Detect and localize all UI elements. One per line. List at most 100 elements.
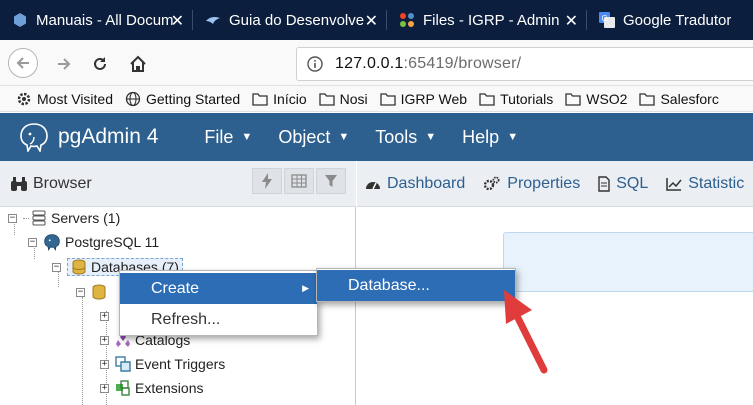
bookmark-igrp-web[interactable]: IGRP Web	[380, 91, 467, 107]
globe-icon	[125, 91, 141, 106]
arrow-left-icon	[16, 57, 29, 69]
tab-title: Guia do Desenvolve	[229, 11, 365, 29]
expand-toggle-icon[interactable]: +	[100, 311, 109, 321]
tab-statistics[interactable]: Statistic	[666, 175, 744, 193]
bookmarks-bar: Most Visited Getting Started Início Nosi…	[0, 86, 753, 112]
tab-title: Google Tradutor	[623, 11, 732, 29]
browser-tab-manuais[interactable]: Manuais - All Docum ✕	[0, 0, 192, 40]
arrow-right-icon	[58, 58, 71, 70]
collapse-toggle-icon[interactable]: −	[52, 262, 61, 272]
pgadmin-header: pgAdmin 4 File ▼ Object ▼ Tools ▼ Help ▼	[0, 113, 753, 161]
screen: Manuais - All Docum ✕ Guia do Desenvolve…	[0, 0, 753, 405]
servers-icon	[31, 210, 47, 226]
folder-icon	[479, 92, 495, 106]
filter-button[interactable]	[316, 168, 346, 194]
menu-help[interactable]: Help ▼	[462, 127, 518, 148]
home-button[interactable]	[124, 50, 152, 78]
tab-dashboard[interactable]: Dashboard	[365, 175, 465, 193]
url-bar[interactable]: 127.0.0.1:65419/browser/	[296, 47, 753, 81]
tree-node-extensions[interactable]: + Extensions	[100, 377, 203, 399]
context-menu-create[interactable]: Create ▶	[120, 273, 317, 304]
bookmark-getting-started[interactable]: Getting Started	[125, 91, 240, 107]
gears-icon	[484, 176, 500, 190]
close-tab-icon[interactable]: ✕	[365, 11, 378, 31]
collapse-toggle-icon[interactable]: −	[28, 237, 37, 247]
tab-title: Manuais - All Docum	[36, 11, 174, 29]
pgadmin-logo[interactable]: pgAdmin 4	[18, 122, 158, 152]
bookmark-inicio[interactable]: Início	[252, 91, 307, 107]
expand-toggle-icon[interactable]: +	[100, 383, 109, 393]
caret-down-icon: ▼	[425, 131, 437, 143]
close-tab-icon[interactable]: ✕	[565, 11, 578, 31]
collapse-toggle-icon[interactable]: −	[76, 287, 85, 297]
tree-node-casts[interactable]: +	[100, 305, 115, 327]
bookmark-nosi[interactable]: Nosi	[318, 91, 368, 107]
collapse-toggle-icon[interactable]: −	[8, 213, 17, 223]
main-menu: File ▼ Object ▼ Tools ▼ Help ▼	[204, 127, 544, 148]
menu-file[interactable]: File ▼	[204, 127, 252, 148]
close-tab-icon[interactable]: ✕	[171, 11, 184, 31]
bookmark-most-visited[interactable]: Most Visited	[16, 91, 113, 107]
tree-node-event-triggers[interactable]: + Event Triggers	[100, 353, 225, 375]
folder-icon	[639, 92, 656, 106]
binoculars-icon	[11, 177, 27, 191]
folder-icon	[318, 92, 335, 106]
tab-sql[interactable]: SQL	[598, 175, 648, 193]
event-triggers-icon	[115, 356, 131, 372]
view-data-button[interactable]	[284, 168, 314, 194]
folder-icon	[565, 92, 581, 106]
tab-title: Files - IGRP - Admin	[423, 11, 560, 29]
bookmark-salesforce[interactable]: Salesforc	[639, 91, 719, 107]
submenu-arrow-icon: ▶	[302, 283, 309, 293]
home-icon	[130, 55, 146, 72]
context-menu-refresh[interactable]: Refresh...	[120, 304, 317, 335]
tree-node-postgresql-11[interactable]: − PostgreSQL 11	[28, 231, 159, 253]
content-tab-bar: Dashboard Properties SQL Statistic	[357, 161, 753, 207]
expand-toggle-icon[interactable]: +	[100, 335, 109, 345]
browser-tab-guia[interactable]: Guia do Desenvolve ✕	[193, 0, 386, 40]
postgres-elephant-icon	[20, 123, 48, 152]
menu-tools[interactable]: Tools ▼	[375, 127, 436, 148]
caret-down-icon: ▼	[507, 131, 519, 143]
submenu-database[interactable]: Database...	[317, 270, 515, 301]
dashboard-icon	[366, 181, 380, 189]
expand-toggle-icon[interactable]: +	[100, 359, 109, 369]
browser-panel-header: Browser	[0, 161, 356, 207]
browser-tab-google-tradutor[interactable]: G Google Tradutor	[587, 0, 753, 40]
line-chart-icon	[666, 177, 682, 191]
hexagon-app-icon	[12, 12, 28, 28]
filter-icon	[325, 175, 337, 187]
lightning-icon	[262, 173, 272, 189]
annotation-arrow-icon	[504, 290, 548, 374]
folder-icon	[380, 92, 396, 106]
context-menu: Create ▶ Refresh...	[119, 270, 318, 336]
browser-tab-files-igrp[interactable]: Files - IGRP - Admin ✕	[387, 0, 586, 40]
reload-button[interactable]	[86, 50, 114, 78]
reload-icon	[94, 57, 106, 70]
bookmark-wso2[interactable]: WSO2	[565, 91, 627, 107]
tab-properties[interactable]: Properties	[483, 175, 580, 193]
gear-icon	[17, 92, 31, 105]
browser-tab-strip: Manuais - All Docum ✕ Guia do Desenvolve…	[0, 0, 753, 40]
back-button[interactable]	[8, 48, 38, 78]
databases-icon	[71, 259, 87, 275]
google-translate-icon: G	[599, 12, 615, 28]
query-tool-button[interactable]	[252, 168, 282, 194]
table-icon	[291, 174, 307, 188]
browser-panel-title: Browser	[10, 175, 92, 193]
forward-button[interactable]	[50, 50, 78, 78]
bird-app-icon	[205, 12, 221, 28]
extensions-icon	[115, 380, 131, 396]
svg-text:G: G	[602, 14, 608, 23]
bookmark-tutorials[interactable]: Tutorials	[479, 91, 553, 107]
tree-node-servers[interactable]: − Servers (1)	[8, 207, 120, 229]
tree-node-database-child[interactable]: −	[76, 281, 111, 303]
joomla-icon	[399, 12, 415, 28]
info-icon[interactable]	[307, 56, 323, 72]
caret-down-icon: ▼	[241, 131, 253, 143]
database-icon	[91, 284, 107, 300]
postgres-elephant-icon	[43, 233, 61, 251]
create-submenu: Database...	[316, 268, 516, 302]
menu-object[interactable]: Object ▼	[278, 127, 349, 148]
file-icon	[598, 175, 610, 192]
